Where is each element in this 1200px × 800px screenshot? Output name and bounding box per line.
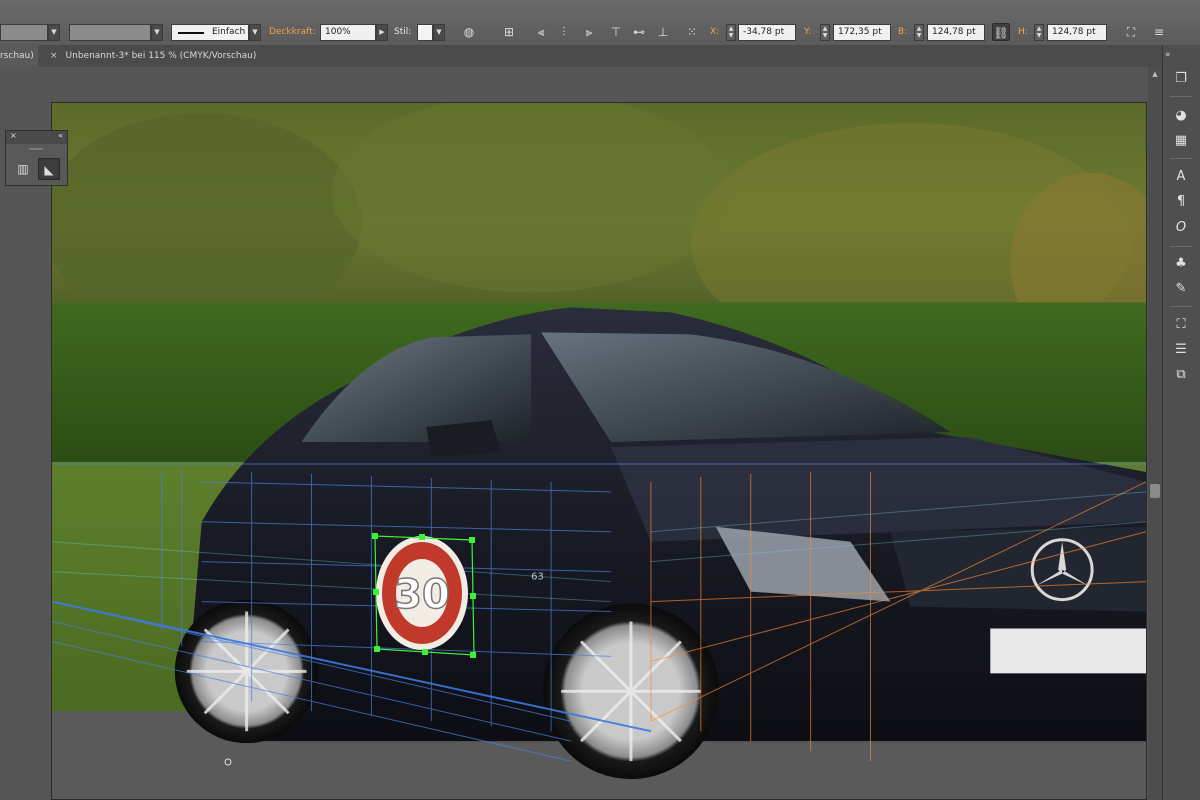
stroke-style-dropdown-arrow[interactable]: ▼: [249, 24, 261, 41]
align-right-icon[interactable]: ⫸: [580, 23, 598, 41]
reference-point-icon[interactable]: ⁙: [683, 23, 701, 41]
car-photo: 63: [52, 103, 1146, 799]
x-field[interactable]: -34,78 pt: [738, 24, 796, 41]
speed-limit-sign[interactable]: 30: [372, 531, 476, 659]
stroke-line-preview: [178, 32, 204, 34]
align-top-icon[interactable]: ⊤: [607, 23, 625, 41]
style-label: Stil:: [394, 27, 412, 37]
height-field[interactable]: 124,78 pt: [1047, 24, 1107, 41]
close-icon[interactable]: ×: [10, 131, 17, 140]
opacity-label[interactable]: Deckkraft:: [269, 27, 316, 37]
bar-chart-icon[interactable]: ▥: [12, 158, 34, 180]
opacity-arrow[interactable]: ▶: [376, 24, 388, 41]
height-spinner[interactable]: ▲ ▼: [1034, 24, 1044, 41]
style-swatch[interactable]: [417, 24, 433, 41]
align-bottom-icon[interactable]: ⊥: [654, 23, 672, 41]
scroll-thumb[interactable]: [1150, 484, 1160, 498]
y-field[interactable]: 172,35 pt: [833, 24, 891, 41]
width-spinner[interactable]: ▲ ▼: [914, 24, 924, 41]
stroke-style-select[interactable]: Einfach: [171, 24, 249, 41]
sign-number: 30: [394, 572, 450, 618]
color-palette-icon[interactable]: ◕: [1170, 106, 1192, 126]
panel-menu-icon[interactable]: ≡: [1150, 23, 1168, 41]
panel-grip[interactable]: [29, 148, 43, 150]
paragraph-icon[interactable]: ¶: [1170, 192, 1192, 212]
character-icon[interactable]: A: [1170, 167, 1192, 187]
align-left-icon[interactable]: ⫷: [532, 23, 550, 41]
align-center-vertical-icon[interactable]: ⊷: [630, 23, 648, 41]
constrain-proportions-link-icon[interactable]: ⛓: [992, 23, 1010, 41]
scroll-up-icon[interactable]: ▲: [1148, 67, 1162, 81]
opentype-icon[interactable]: O: [1170, 218, 1192, 238]
vertical-scrollbar[interactable]: ▲: [1148, 67, 1162, 800]
tab-current-document[interactable]: × Unbenannt-3* bei 115 % (CMYK/Vorschau): [44, 45, 256, 67]
control-bar: ▼ ▼ Einfach ▼ Deckkraft: 100% ▶ Stil: ▼ …: [0, 0, 1200, 46]
stroke-dropdown-arrow[interactable]: ▼: [151, 24, 163, 41]
perspective-panel: × « ▥ ◣: [5, 130, 68, 186]
pathfinder-icon[interactable]: ⧉: [1170, 365, 1192, 385]
tab-previous-document[interactable]: rschau): [0, 45, 38, 67]
swatches-grid-icon[interactable]: ▦: [1170, 131, 1192, 151]
x-spinner[interactable]: ▲ ▼: [726, 24, 736, 41]
stroke-style-label: Einfach: [212, 27, 246, 37]
dock-separator: [1170, 158, 1192, 159]
dock-separator: [1170, 306, 1192, 307]
y-spinner[interactable]: ▲ ▼: [820, 24, 830, 41]
brushes-icon[interactable]: ✎: [1170, 279, 1192, 299]
dock-separator: [1170, 246, 1192, 247]
dock-collapse-icon[interactable]: «: [1165, 50, 1171, 60]
height-label: H:: [1018, 27, 1028, 37]
opacity-field[interactable]: 100%: [320, 24, 376, 41]
document-tab-bar: rschau) × Unbenannt-3* bei 115 % (CMYK/Vo…: [0, 45, 1162, 68]
width-field[interactable]: 124,78 pt: [927, 24, 985, 41]
symbols-icon[interactable]: ♣: [1170, 254, 1192, 274]
transform-icon[interactable]: ⛶: [1170, 315, 1192, 335]
perspective-selection-icon[interactable]: ◣: [38, 158, 60, 180]
width-label: B:: [898, 27, 908, 37]
y-label: Y:: [804, 27, 812, 37]
panel-header[interactable]: × «: [6, 131, 67, 144]
dock-separator: [1170, 96, 1192, 97]
grid-origin-handle[interactable]: [222, 753, 234, 767]
transform-icon[interactable]: ⛶: [1122, 23, 1140, 41]
tab-label: rschau): [0, 51, 34, 61]
fill-swatch[interactable]: [0, 24, 48, 41]
artboard[interactable]: 63 30: [51, 102, 1147, 800]
align-icon[interactable]: ☰: [1170, 340, 1192, 360]
style-dropdown-arrow[interactable]: ▼: [433, 24, 445, 41]
align-to-selection-icon[interactable]: ⊞: [500, 23, 518, 41]
graphic-styles-icon[interactable]: ❐: [1170, 69, 1192, 89]
align-center-horizontal-icon[interactable]: ⫶: [555, 23, 573, 41]
recolor-artwork-icon[interactable]: ◍: [460, 23, 478, 41]
x-label: X:: [710, 27, 720, 37]
stroke-swatch[interactable]: [69, 24, 151, 41]
tab-label: Unbenannt-3* bei 115 % (CMYK/Vorschau): [65, 51, 257, 61]
fill-dropdown-arrow[interactable]: ▼: [48, 24, 60, 41]
close-icon[interactable]: ×: [50, 51, 58, 61]
collapse-icon[interactable]: «: [58, 131, 63, 140]
